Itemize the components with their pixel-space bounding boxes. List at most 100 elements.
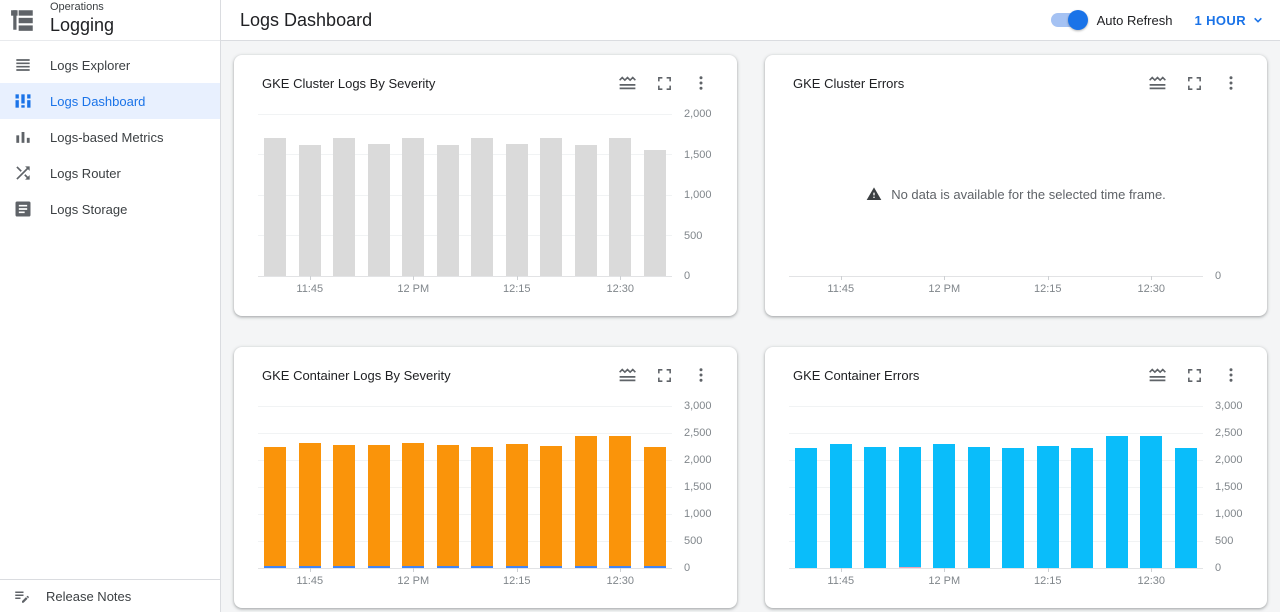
more-vert-icon[interactable] (1219, 363, 1243, 387)
no-data-text: No data is available for the selected ti… (891, 187, 1166, 202)
sidebar-item-label: Logs Router (50, 166, 121, 181)
fullscreen-icon[interactable] (1182, 363, 1206, 387)
y-axis-tick-label: 2,000 (1215, 454, 1265, 466)
gridline (789, 406, 1203, 407)
chart-bar (540, 566, 562, 568)
time-range-value: 1 HOUR (1194, 13, 1246, 28)
x-axis-tick (1151, 276, 1152, 280)
x-axis-tick-label: 11:45 (827, 575, 854, 587)
chart-bar (644, 447, 666, 566)
y-axis-tick-label: 1,500 (684, 481, 734, 493)
release-notes-icon (13, 587, 31, 605)
chart-bar (333, 566, 355, 568)
x-axis-tick (310, 276, 311, 280)
chart-bar (933, 444, 955, 568)
y-axis-tick-label: 500 (684, 230, 734, 242)
sidebar-item-logs-dashboard[interactable]: Logs Dashboard (0, 83, 220, 119)
x-axis-tick-label: 12:30 (1137, 575, 1165, 587)
sidebar-item-logs-based-metrics[interactable]: Logs-based Metrics (0, 119, 220, 155)
bar-chart-gke-cluster-logs[interactable]: 05001,0001,5002,00011:4512 PM12:1512:30 (258, 114, 672, 276)
sidebar-item-logs-storage[interactable]: Logs Storage (0, 191, 220, 227)
fullscreen-icon[interactable] (652, 363, 676, 387)
chart-bar (1071, 448, 1093, 568)
chart-bar (368, 144, 390, 276)
chart-card-gke-container-logs: GKE Container Logs By Severity 05001,000… (234, 347, 737, 608)
no-data-message: No data is available for the selected ti… (765, 186, 1267, 202)
x-axis-tick-label: 12:30 (1137, 283, 1165, 295)
card-title: GKE Cluster Logs By Severity (262, 76, 435, 91)
y-axis-tick-label: 500 (684, 535, 734, 547)
x-axis-tick (944, 568, 945, 572)
fullscreen-icon[interactable] (652, 71, 676, 95)
more-vert-icon[interactable] (1219, 71, 1243, 95)
legend-toggle-icon[interactable] (615, 363, 639, 387)
logs-explorer-icon (13, 55, 33, 75)
chevron-down-icon (1250, 12, 1266, 28)
brand-service: Logging (50, 16, 114, 34)
legend-toggle-icon[interactable] (1145, 71, 1169, 95)
bar-chart-gke-container-errors[interactable]: 05001,0001,5002,0002,5003,00011:4512 PM1… (789, 406, 1203, 568)
logging-logo-icon (10, 7, 36, 33)
x-axis-tick-label: 12:15 (1034, 283, 1062, 295)
chart-bar (264, 138, 286, 276)
chart-bar (968, 447, 990, 569)
x-axis-tick-label: 12 PM (928, 283, 960, 295)
logging-app: Operations Logging Logs Explorer Logs Da… (0, 0, 1280, 612)
auto-refresh-label: Auto Refresh (1097, 13, 1173, 28)
chart-card-gke-container-errors: GKE Container Errors 05001,0001,5002,000… (765, 347, 1267, 608)
chart-bar (368, 566, 390, 568)
chart-bar (437, 145, 459, 276)
legend-toggle-icon[interactable] (1145, 363, 1169, 387)
card-header: GKE Container Errors (793, 363, 1243, 387)
card-title: GKE Cluster Errors (793, 76, 904, 91)
x-axis-tick-label: 11:45 (296, 283, 323, 295)
card-title: GKE Container Errors (793, 368, 919, 383)
y-axis-tick-label: 0 (684, 270, 734, 282)
chart-bar (1002, 448, 1024, 568)
chart-bar (471, 566, 493, 568)
page-title: Logs Dashboard (240, 10, 372, 31)
auto-refresh-toggle[interactable] (1051, 13, 1085, 27)
sidebar-item-label: Logs Dashboard (50, 94, 145, 109)
chart-bar (899, 447, 921, 568)
more-vert-icon[interactable] (689, 71, 713, 95)
chart-bar (299, 443, 321, 566)
x-axis-tick-label: 11:45 (296, 575, 323, 587)
chart-bar (575, 145, 597, 276)
chart-bar (299, 145, 321, 276)
y-axis-tick-label: 500 (1215, 535, 1265, 547)
chart-bar (1106, 436, 1128, 568)
y-axis-tick-label: 2,500 (1215, 427, 1265, 439)
chart-bar (1140, 436, 1162, 568)
more-vert-icon[interactable] (689, 363, 713, 387)
card-header: GKE Cluster Logs By Severity (262, 71, 713, 95)
gridline (789, 276, 1203, 277)
x-axis-tick-label: 12:15 (503, 575, 531, 587)
x-axis-tick (517, 568, 518, 572)
x-axis-tick-label: 12:15 (503, 283, 531, 295)
bar-chart-gke-container-logs[interactable]: 05001,0001,5002,0002,5003,00011:4512 PM1… (258, 406, 672, 568)
y-axis-tick-label: 3,000 (684, 400, 734, 412)
sidebar-item-logs-router[interactable]: Logs Router (0, 155, 220, 191)
chart-bar (402, 138, 424, 276)
chart-bar (540, 138, 562, 276)
chart-bar (609, 436, 631, 566)
warning-icon (866, 186, 882, 202)
chart-bar (368, 445, 390, 565)
chart-bar (644, 150, 666, 276)
x-axis-tick-label: 12:30 (606, 283, 634, 295)
card-actions (1132, 71, 1243, 95)
chart-bar (333, 445, 355, 565)
logs-based-metrics-icon (13, 127, 33, 147)
release-notes-item[interactable]: Release Notes (0, 579, 220, 612)
chart-bar (437, 445, 459, 565)
y-axis-tick-label: 1,500 (684, 149, 734, 161)
legend-toggle-icon[interactable] (615, 71, 639, 95)
sidebar-item-logs-explorer[interactable]: Logs Explorer (0, 47, 220, 83)
page-header: Logs Dashboard Auto Refresh 1 HOUR (221, 0, 1280, 41)
logs-dashboard-icon (13, 91, 33, 111)
y-axis-tick-label: 1,500 (1215, 481, 1265, 493)
time-range-dropdown[interactable]: 1 HOUR (1194, 12, 1266, 28)
fullscreen-icon[interactable] (1182, 71, 1206, 95)
x-axis-tick (620, 276, 621, 280)
